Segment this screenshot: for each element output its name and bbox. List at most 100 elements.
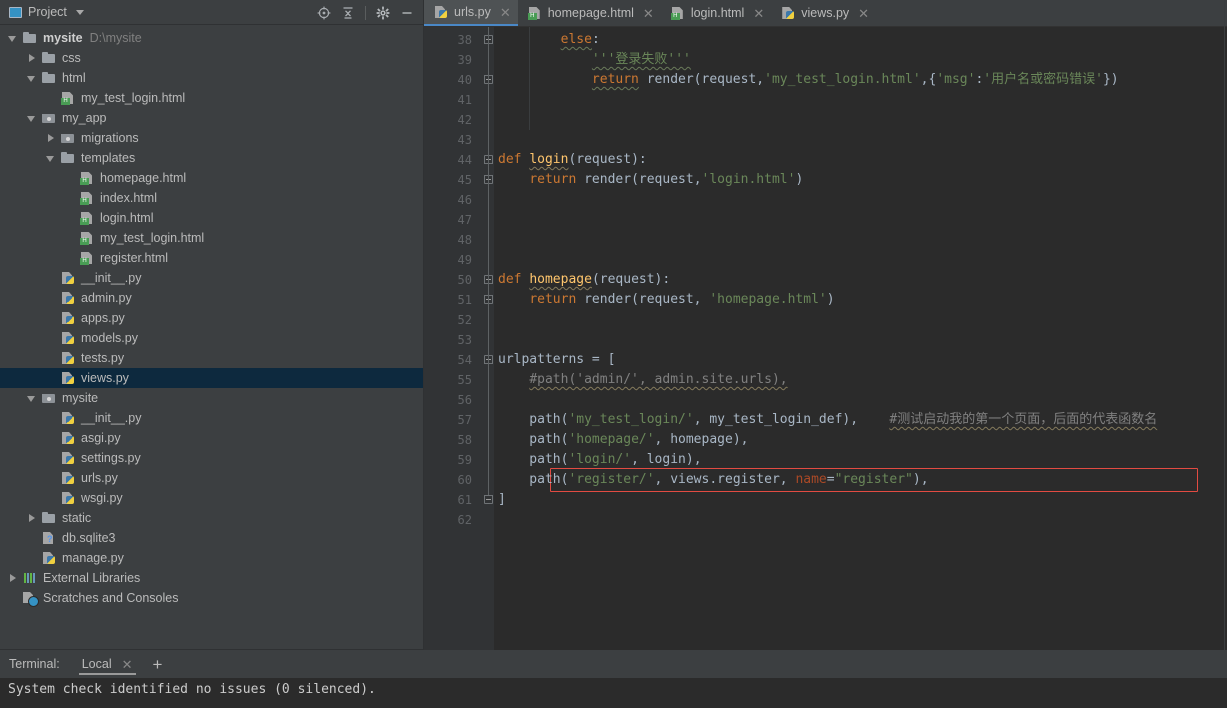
terminal-tab-local[interactable]: Local ✕ [76, 650, 139, 678]
tree-item-register-html[interactable]: register.html [0, 248, 424, 268]
tree-twisty-placeholder [46, 293, 57, 304]
line-number: 45 [457, 173, 472, 187]
tree-item-mysite[interactable]: mysite [0, 388, 424, 408]
tree-item-urls-py[interactable]: urls.py [0, 468, 424, 488]
tree-item-mysite[interactable]: mysite D:\mysite [0, 28, 424, 48]
tree-item-apps-py[interactable]: apps.py [0, 308, 424, 328]
line-number: 47 [457, 213, 472, 227]
editor-tab-login-html[interactable]: login.html ✕ [661, 0, 771, 26]
tree-item-static[interactable]: static [0, 508, 424, 528]
tree-item-admin-py[interactable]: admin.py [0, 288, 424, 308]
code-line[interactable]: '''登录失败''' [498, 50, 691, 70]
close-icon[interactable]: ✕ [500, 6, 511, 19]
close-icon[interactable]: ✕ [753, 7, 764, 20]
tree-item-db-sqlite3[interactable]: db.sqlite3 [0, 528, 424, 548]
tree-item-my-test-login-html[interactable]: my_test_login.html [0, 88, 424, 108]
chevron-down-icon[interactable] [8, 33, 19, 44]
tree-item-views-py[interactable]: views.py [0, 368, 424, 388]
terminal-output-line: System check identified no issues (0 sil… [8, 682, 376, 697]
editor-tab-homepage-html[interactable]: homepage.html ✕ [518, 0, 661, 26]
chevron-down-icon[interactable] [75, 9, 84, 15]
fold-marker[interactable] [484, 495, 493, 504]
tree-item-html[interactable]: html [0, 68, 424, 88]
tree-item--init-py[interactable]: __init__.py [0, 268, 424, 288]
code-line[interactable]: return render(request, 'homepage.html') [498, 290, 834, 310]
editor-tab-urls-py[interactable]: urls.py ✕ [424, 0, 518, 26]
tree-item-homepage-html[interactable]: homepage.html [0, 168, 424, 188]
code-line[interactable]: path('register/', views.register, name="… [498, 470, 928, 490]
python-file-icon [60, 470, 76, 486]
minimize-icon[interactable] [396, 2, 418, 24]
tree-item-settings-py[interactable]: settings.py [0, 448, 424, 468]
tree-twisty-placeholder [65, 213, 76, 224]
line-number: 57 [457, 413, 472, 427]
code-line[interactable]: def login(request): [498, 150, 647, 170]
code-line[interactable]: def homepage(request): [498, 270, 670, 290]
editor-tab-views-py[interactable]: views.py ✕ [771, 0, 876, 26]
line-number: 52 [457, 313, 472, 327]
chevron-down-icon[interactable] [46, 153, 57, 164]
tree-item-index-html[interactable]: index.html [0, 188, 424, 208]
locate-icon[interactable] [313, 2, 335, 24]
tree-item-my-app[interactable]: my_app [0, 108, 424, 128]
code-line[interactable]: return render(request,'my_test_login.htm… [498, 70, 1119, 90]
chevron-down-icon[interactable] [27, 113, 38, 124]
tree-item-subpath: D:\mysite [89, 31, 142, 45]
python-file-icon [60, 310, 76, 326]
chevron-right-icon[interactable] [27, 513, 38, 524]
code-line[interactable]: #path('admin/', admin.site.urls), [498, 370, 787, 390]
tree-item-tests-py[interactable]: tests.py [0, 348, 424, 368]
tree-item--init-py[interactable]: __init__.py [0, 408, 424, 428]
chevron-right-icon[interactable] [46, 133, 57, 144]
python-file-icon [41, 550, 57, 566]
code-text-area[interactable]: else: '''登录失败''' return render(request,'… [494, 27, 1227, 650]
chevron-down-icon[interactable] [27, 73, 38, 84]
tree-item-manage-py[interactable]: manage.py [0, 548, 424, 568]
html-file-icon [79, 170, 95, 186]
tree-item-migrations[interactable]: migrations [0, 128, 424, 148]
tree-item-label: settings.py [81, 451, 141, 465]
folder-icon [41, 50, 57, 66]
code-fold-strip[interactable] [482, 27, 494, 650]
plus-icon[interactable]: + [153, 656, 163, 673]
python-file-icon [60, 430, 76, 446]
tree-item-my-test-login-html[interactable]: my_test_login.html [0, 228, 424, 248]
tree-item-scratches-and-consoles[interactable]: Scratches and Consoles [0, 588, 424, 608]
tree-item-templates[interactable]: templates [0, 148, 424, 168]
project-tree[interactable]: mysite D:\mysite css html my_test_login.html… [0, 25, 424, 650]
chevron-right-icon[interactable] [27, 53, 38, 64]
chevron-right-icon[interactable] [8, 573, 19, 584]
tree-item-label: tests.py [81, 351, 125, 365]
project-title-button[interactable]: Project [0, 5, 84, 19]
tree-item-login-html[interactable]: login.html [0, 208, 424, 228]
tree-item-label: __init__.py [81, 411, 142, 425]
code-line[interactable]: urlpatterns = [ [498, 350, 615, 370]
folder-icon [22, 30, 38, 46]
tree-item-asgi-py[interactable]: asgi.py [0, 428, 424, 448]
code-editor[interactable]: 38 39 40 41 42 43 44 45 46 47 48 49 50 51 52 53 54 55 56 57… [424, 27, 1227, 650]
code-line[interactable]: else: [498, 30, 600, 50]
code-line[interactable]: path('my_test_login/', my_test_login_def… [498, 410, 1157, 430]
close-icon[interactable]: ✕ [643, 7, 654, 20]
tree-twisty-placeholder [65, 173, 76, 184]
tree-item-css[interactable]: css [0, 48, 424, 68]
code-line[interactable]: ] [498, 490, 506, 510]
code-line[interactable]: return render(request,'login.html') [498, 170, 803, 190]
editor-area: urls.py✕homepage.html✕login.html✕views.p… [424, 0, 1227, 650]
close-icon[interactable]: ✕ [858, 7, 869, 20]
tree-item-models-py[interactable]: models.py [0, 328, 424, 348]
tree-item-wsgi-py[interactable]: wsgi.py [0, 488, 424, 508]
chevron-down-icon[interactable] [27, 393, 38, 404]
python-file-icon [60, 350, 76, 366]
line-number: 56 [457, 393, 472, 407]
collapse-all-icon[interactable] [337, 2, 359, 24]
line-number: 42 [457, 113, 472, 127]
editor-tab-label: views.py [801, 6, 850, 20]
close-icon[interactable]: ✕ [122, 658, 133, 671]
code-line[interactable]: path('homepage/', homepage), [498, 430, 748, 450]
library-icon [22, 570, 38, 586]
html-file-icon [60, 90, 76, 106]
gear-icon[interactable] [372, 2, 394, 24]
code-line[interactable]: path('login/', login), [498, 450, 701, 470]
tree-item-external-libraries[interactable]: External Libraries [0, 568, 424, 588]
